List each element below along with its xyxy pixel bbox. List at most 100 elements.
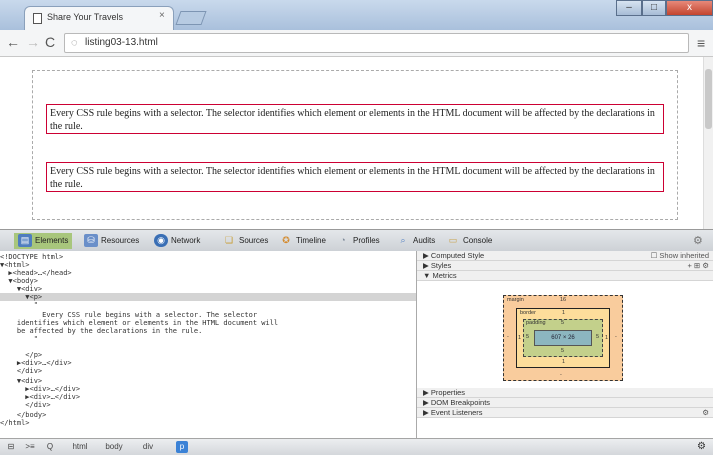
- elements-panel: <!DOCTYPE html> ▼<html> ▶<head>…</head> …: [0, 251, 417, 438]
- styles-sidebar: ▶ Computed Style ☐ Show inherited ▶ Styl…: [417, 251, 713, 438]
- tab-profiles[interactable]: ◔ Profiles: [336, 233, 379, 249]
- dom-node[interactable]: ▼<div>: [0, 377, 42, 385]
- show-inherited-checkbox[interactable]: ☐ Show inherited: [651, 251, 709, 261]
- tab-sources[interactable]: ❏ Sources: [222, 233, 268, 249]
- metrics-header[interactable]: ▼ Metrics: [417, 271, 713, 281]
- margin-left-value: -: [507, 334, 509, 340]
- margin-top-value: 16: [560, 297, 567, 303]
- close-window-button[interactable]: x: [666, 0, 713, 16]
- browser-titlebar: Share Your Travels × – □ x: [0, 0, 713, 30]
- dom-node[interactable]: </p>: [0, 351, 42, 359]
- page-favicon-icon: [33, 13, 42, 24]
- breadcrumb-html[interactable]: html: [66, 441, 94, 453]
- tab-close-icon[interactable]: ×: [159, 10, 165, 21]
- elements-icon: ▤: [18, 234, 32, 248]
- padding-left-value: 5: [526, 334, 530, 340]
- dom-node[interactable]: </div>: [0, 367, 42, 375]
- tab-console[interactable]: ▭ Console: [446, 233, 493, 249]
- padding-label: padding: [526, 320, 546, 326]
- breadcrumb-div[interactable]: div: [136, 441, 160, 453]
- tab-elements[interactable]: ▤ Elements: [14, 233, 73, 249]
- dom-text-node[interactable]: identifies which element or elements in …: [0, 319, 278, 327]
- menu-icon[interactable]: ≡: [697, 35, 705, 51]
- event-listeners-gear-icon[interactable]: ⚙: [702, 408, 709, 418]
- devtools-settings-icon[interactable]: ⚙: [693, 234, 703, 247]
- settings-gear-icon[interactable]: ⚙: [697, 441, 706, 452]
- audits-icon: ⌕: [400, 235, 406, 246]
- profiles-icon: ◔: [340, 235, 346, 246]
- event-listeners-header[interactable]: ▶ Event Listeners ⚙: [417, 408, 713, 418]
- page-icon: ◌: [71, 37, 78, 49]
- tab-resources[interactable]: ⛁ Resources: [84, 233, 139, 249]
- dom-breakpoints-header[interactable]: ▶ DOM Breakpoints: [417, 398, 713, 408]
- timeline-icon: ✪: [282, 235, 290, 246]
- dom-node-selected[interactable]: ▼<p>: [0, 293, 416, 301]
- margin-right-value: -: [615, 334, 617, 340]
- metrics-border-box: border 1 1 1 1 padding 5 5 5 5 607 × 26: [516, 308, 610, 368]
- dom-node[interactable]: ▼<div>: [0, 285, 42, 293]
- browser-tab[interactable]: Share Your Travels ×: [24, 6, 174, 30]
- tab-timeline[interactable]: ✪ Timeline: [279, 233, 326, 249]
- border-label: border: [520, 310, 536, 316]
- highlighted-body-box: Every CSS rule begins with a selector. T…: [32, 70, 678, 220]
- dom-node[interactable]: </div>: [0, 401, 50, 409]
- styles-header[interactable]: ▶ Styles + ⊞ ⚙: [417, 261, 713, 271]
- dom-node[interactable]: </body>: [0, 411, 47, 419]
- breadcrumb-body[interactable]: body: [100, 441, 128, 453]
- page-scrollbar[interactable]: [703, 57, 713, 229]
- dom-text-node[interactable]: be affected by the declarations in the r…: [0, 327, 202, 335]
- properties-header[interactable]: ▶ Properties: [417, 388, 713, 398]
- url-text[interactable]: listing03-13.html: [85, 37, 158, 48]
- metrics-margin-box: margin 16 - - - border 1 1 1 1 padding 5…: [503, 295, 623, 381]
- back-arrow-icon[interactable]: ←: [6, 34, 20, 50]
- dom-node[interactable]: ▶<div>…</div>: [0, 393, 80, 401]
- browser-toolbar: ← → C ◌ listing03-13.html ≡: [0, 30, 713, 57]
- window-controls: – □ x: [616, 0, 713, 18]
- sources-icon: ❏: [224, 235, 234, 246]
- new-tab-button[interactable]: [175, 11, 207, 25]
- border-left-value: 1: [518, 335, 522, 341]
- dom-node[interactable]: ": [0, 335, 38, 343]
- address-bar[interactable]: ◌ listing03-13.html: [64, 33, 689, 53]
- margin-label: margin: [507, 297, 524, 303]
- minimize-button[interactable]: –: [616, 0, 642, 16]
- paragraph-1: Every CSS rule begins with a selector. T…: [46, 104, 664, 134]
- page-viewport: Every CSS rule begins with a selector. T…: [0, 57, 713, 229]
- dom-node[interactable]: ▶<head>…</head>: [0, 269, 71, 277]
- page-scrollbar-thumb[interactable]: [705, 69, 712, 129]
- dom-node[interactable]: ": [0, 301, 38, 309]
- padding-bottom-value: 5: [561, 348, 565, 354]
- console-icon: ▭: [448, 235, 458, 246]
- padding-right-value: 5: [596, 334, 600, 340]
- network-icon: ◉: [154, 234, 168, 248]
- forward-arrow-icon[interactable]: →: [26, 34, 40, 50]
- dom-node[interactable]: ▶<div>…</div>: [0, 359, 72, 367]
- breadcrumb-p[interactable]: p: [176, 441, 188, 453]
- metrics-content-box: 607 × 26: [534, 330, 592, 346]
- dom-node[interactable]: <!DOCTYPE html>: [0, 253, 63, 261]
- margin-bottom-value: -: [560, 372, 562, 378]
- resources-icon: ⛁: [84, 234, 98, 248]
- reload-icon[interactable]: C: [45, 34, 55, 50]
- dom-node[interactable]: </html>: [0, 419, 30, 427]
- console-toggle-icon[interactable]: >≡: [22, 441, 38, 453]
- tab-network[interactable]: ◉ Network: [154, 233, 200, 249]
- padding-top-value: 5: [561, 320, 565, 326]
- styles-tools[interactable]: + ⊞ ⚙: [687, 261, 709, 271]
- devtools-statusbar: ⊟ >≡ Q html body div p ⚙: [0, 438, 713, 455]
- dock-icon[interactable]: ⊟: [4, 441, 18, 453]
- dom-node[interactable]: ▼<html>: [0, 261, 30, 269]
- metrics-padding-box: padding 5 5 5 5 607 × 26: [523, 319, 603, 357]
- border-top-value: 1: [562, 310, 566, 316]
- dom-text-node[interactable]: Every CSS rule begins with a selector. T…: [0, 311, 257, 319]
- tab-title: Share Your Travels: [47, 12, 124, 22]
- maximize-button[interactable]: □: [642, 0, 666, 16]
- paragraph-2: Every CSS rule begins with a selector. T…: [46, 162, 664, 192]
- dom-node[interactable]: ▼<body>: [0, 277, 38, 285]
- tab-audits[interactable]: ⌕ Audits: [396, 233, 435, 249]
- dom-node[interactable]: ▶<div>…</div>: [0, 385, 80, 393]
- computed-style-header[interactable]: ▶ Computed Style ☐ Show inherited: [417, 251, 713, 261]
- search-icon[interactable]: Q: [44, 441, 56, 453]
- border-right-value: 1: [605, 335, 609, 341]
- devtools-tabbar: ▤ Elements ⛁ Resources ◉ Network ❏ Sources ✪…: [0, 229, 713, 251]
